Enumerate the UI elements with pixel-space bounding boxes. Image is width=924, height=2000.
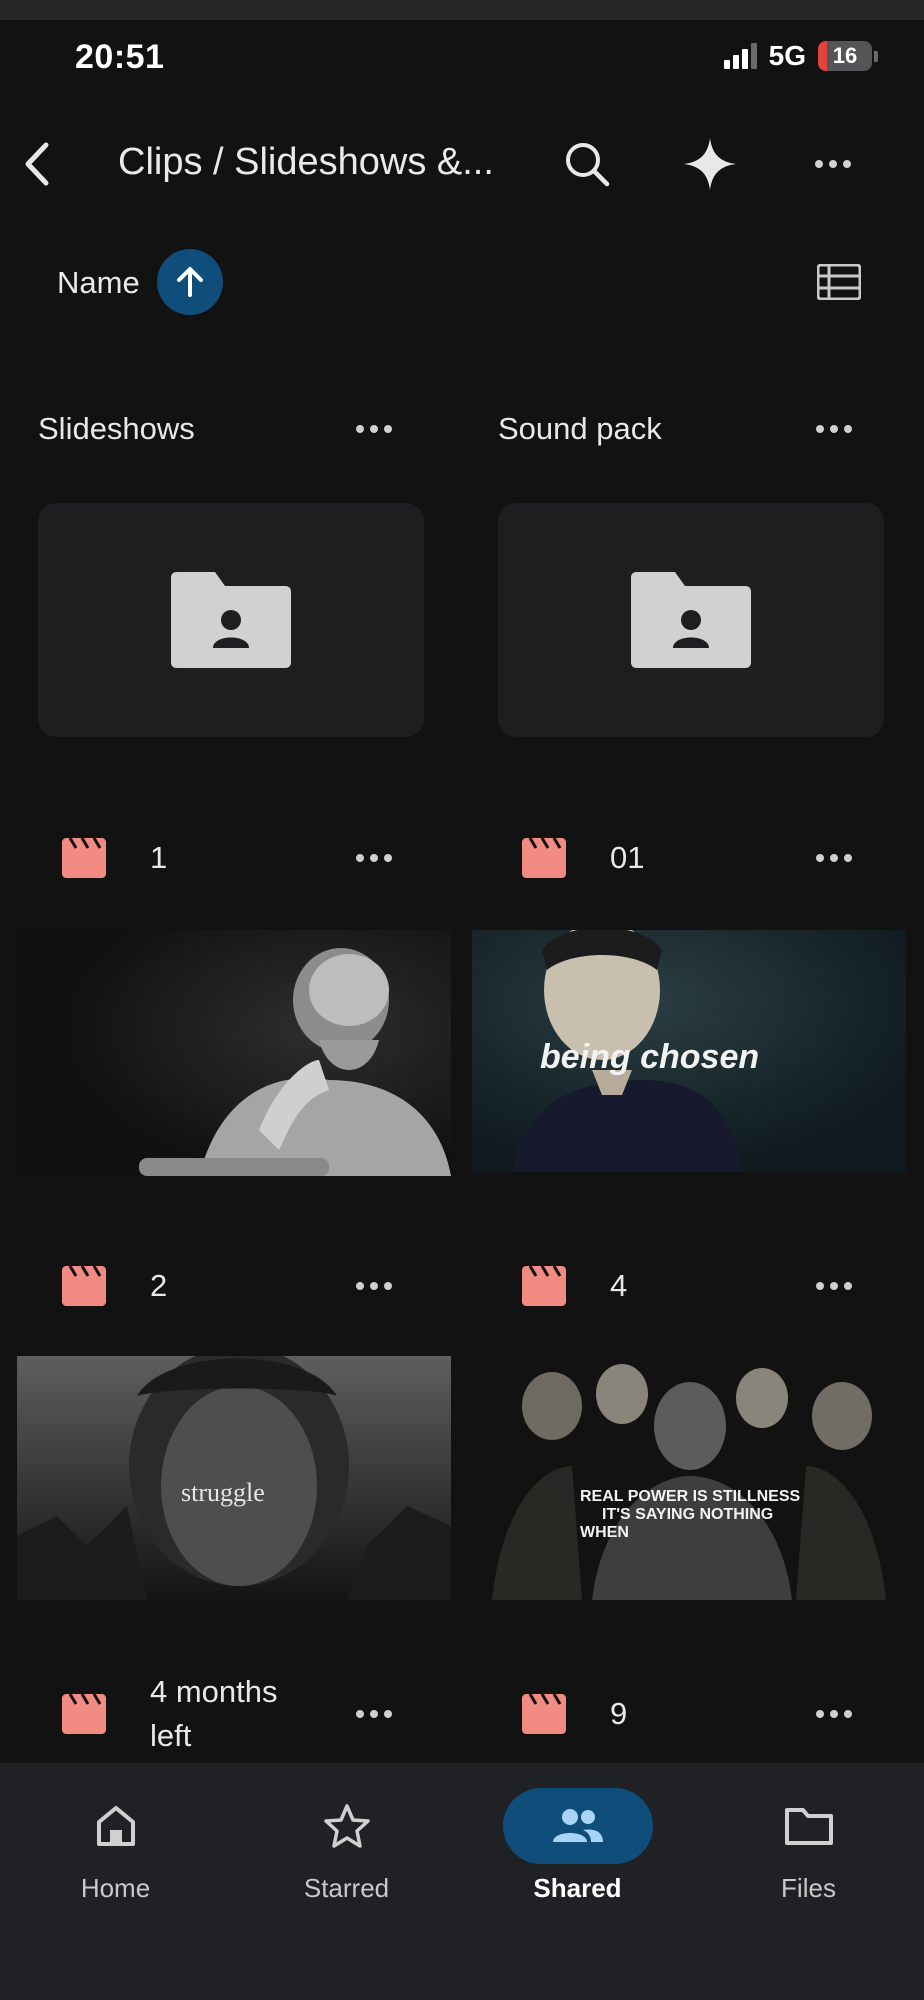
folder-card[interactable] [498, 503, 884, 737]
thumbnail-caption: struggle [181, 1478, 265, 1507]
thumbnail-caption: REAL POWER IS STILLNESS IT'S SAYING NOTH… [580, 1488, 800, 1542]
shared-folder-icon [171, 572, 291, 668]
video-clip-icon [522, 1266, 566, 1306]
statue-image [19, 930, 451, 1176]
more-horiz-icon [356, 1710, 392, 1718]
shared-folder-icon [631, 572, 751, 668]
more-horiz-icon [356, 854, 392, 862]
nav-icon-container [502, 1788, 653, 1864]
caption-line: REAL POWER IS STILLNESS [580, 1488, 801, 1505]
more-horiz-icon [816, 854, 852, 862]
clip-more-button[interactable] [804, 1692, 864, 1736]
clip-thumbnail[interactable] [19, 930, 451, 1176]
folder-card[interactable] [38, 503, 424, 737]
painting-image [472, 1356, 906, 1600]
clip-name-line: 4 months [150, 1674, 278, 1709]
folder-more-button[interactable] [804, 407, 864, 451]
nav-shared[interactable]: Shared [462, 1763, 693, 1963]
video-clip-icon [62, 838, 106, 878]
nav-starred[interactable]: Starred [231, 1763, 462, 1963]
search-icon [566, 143, 610, 187]
star-icon [323, 1804, 370, 1848]
search-button[interactable] [555, 132, 619, 196]
nav-label: Shared [533, 1873, 622, 1903]
sort-direction-button[interactable] [157, 249, 223, 315]
top-edge [0, 0, 924, 20]
ai-assist-button[interactable] [678, 132, 742, 196]
more-horiz-icon [356, 425, 392, 433]
thumbnail-caption: being chosen [540, 1038, 760, 1076]
arrow-up-icon [177, 267, 203, 297]
people-icon [552, 1809, 603, 1842]
screen: 20:51 5G 16 Clips / Slideshows &... Name [0, 0, 924, 2000]
more-horiz-icon [816, 425, 852, 433]
nav-icon-container [272, 1788, 422, 1864]
chevron-left-icon [25, 142, 49, 186]
nav-icon-container [41, 1788, 191, 1864]
battery-icon: 16 [818, 41, 878, 71]
clip-more-button[interactable] [804, 836, 864, 880]
caption-line: IT'S SAYING NOTHING [602, 1506, 774, 1523]
clip-more-button[interactable] [344, 1692, 404, 1736]
clip-name[interactable]: 01 [610, 836, 644, 880]
nav-files[interactable]: Files [693, 1763, 924, 1963]
more-horiz-icon [815, 160, 851, 168]
clip-name-line: left [150, 1718, 192, 1753]
battery-level: 16 [832, 43, 858, 68]
video-clip-icon [522, 1694, 566, 1734]
clip-name[interactable]: 2 [150, 1264, 167, 1308]
nav-label: Home [80, 1873, 151, 1903]
status-time: 20:51 [75, 38, 165, 76]
clip-thumbnail[interactable]: being chosen [472, 930, 906, 1172]
nav-home[interactable]: Home [0, 1763, 231, 1963]
clip-name[interactable]: 4 [610, 1264, 627, 1308]
signal-icon [723, 43, 757, 69]
caption-line: WHEN [580, 1524, 629, 1541]
more-options-button[interactable] [801, 132, 865, 196]
sparkle-icon [684, 138, 736, 190]
clip-more-button[interactable] [344, 836, 404, 880]
nav-icon-container [734, 1788, 884, 1864]
list-view-icon [817, 264, 861, 300]
nav-label: Files [781, 1873, 836, 1903]
folder-icon [784, 1808, 833, 1845]
back-button[interactable] [12, 136, 62, 192]
home-icon [96, 1806, 135, 1846]
clip-thumbnail[interactable]: struggle [17, 1356, 451, 1600]
clip-name[interactable]: 4 months left [150, 1670, 278, 1758]
more-horiz-icon [816, 1710, 852, 1718]
bottom-navigation: Home Starred Shared Files [0, 1763, 924, 2000]
folder-name[interactable]: Slideshows [38, 407, 195, 451]
clip-more-button[interactable] [804, 1264, 864, 1308]
video-clip-icon [62, 1694, 106, 1734]
video-clip-icon [62, 1266, 106, 1306]
list-view-button[interactable] [812, 258, 866, 306]
more-horiz-icon [356, 1282, 392, 1290]
sort-by-label[interactable]: Name [57, 265, 140, 301]
nav-label: Starred [303, 1873, 390, 1903]
page-title: Clips / Slideshows &... [118, 141, 494, 183]
clip-name[interactable]: 1 [150, 836, 167, 880]
video-clip-icon [522, 838, 566, 878]
clip-thumbnail[interactable]: REAL POWER IS STILLNESS IT'S SAYING NOTH… [472, 1356, 906, 1600]
clip-more-button[interactable] [344, 1264, 404, 1308]
network-type: 5G [768, 40, 806, 71]
folder-more-button[interactable] [344, 407, 404, 451]
status-indicators: 5G 16 [723, 40, 878, 72]
more-horiz-icon [816, 1282, 852, 1290]
folder-name[interactable]: Sound pack [498, 407, 662, 451]
clip-name[interactable]: 9 [610, 1692, 627, 1736]
